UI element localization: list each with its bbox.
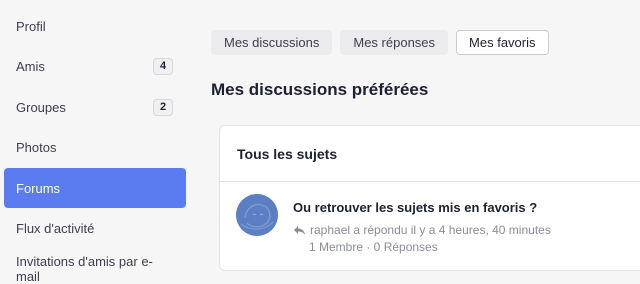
sidebar-item-profil[interactable]: Profil — [4, 6, 186, 46]
sidebar-nav: Profil Amis 4 Groupes 2 Photos Forums Fl… — [0, 0, 190, 284]
card-header: Tous les sujets — [220, 126, 640, 182]
forum-tabs: Mes discussions Mes réponses Mes favoris — [211, 30, 549, 55]
topic-last-reply: raphael a répondu il y a 4 heures, 40 mi… — [310, 223, 551, 237]
card-title: Tous les sujets — [237, 145, 338, 162]
avatar[interactable] — [236, 194, 278, 236]
avatar-face-icon — [236, 194, 278, 236]
sidebar-item-groupes[interactable]: Groupes 2 — [4, 87, 186, 127]
sidebar-item-photos[interactable]: Photos — [4, 127, 186, 167]
count-badge: 2 — [153, 98, 173, 116]
tab-mes-discussions[interactable]: Mes discussions — [211, 30, 333, 55]
topics-card: Tous les sujets Ou retrouver les sujets … — [219, 125, 640, 271]
sidebar-item-amis[interactable]: Amis 4 — [4, 46, 186, 86]
sidebar-item-label: Flux d'activité — [16, 220, 95, 236]
sidebar-item-label: Invitations d'amis par e-mail — [16, 254, 153, 284]
reply-arrow-icon — [294, 225, 305, 235]
sidebar-item-flux-activite[interactable]: Flux d'activité — [4, 208, 186, 248]
sidebar-item-forums[interactable]: Forums — [4, 168, 186, 208]
count-badge: 4 — [153, 57, 173, 75]
sidebar-item-label: Profil — [16, 18, 46, 34]
list-item: Ou retrouver les sujets mis en favoris ?… — [220, 182, 640, 270]
sidebar-item-label: Groupes — [16, 99, 66, 115]
page-title: Mes discussions préférées — [211, 80, 429, 99]
sidebar-item-invitations[interactable]: Invitations d'amis par e-mail — [4, 249, 186, 284]
sidebar-item-label: Photos — [16, 139, 57, 155]
tab-mes-reponses[interactable]: Mes réponses — [340, 30, 449, 55]
sidebar-item-label: Amis — [16, 58, 45, 74]
sidebar-item-label: Forums — [16, 180, 61, 196]
tab-mes-favoris[interactable]: Mes favoris — [456, 30, 549, 55]
topic-stats: 1 Membre · 0 Réponses — [309, 240, 438, 254]
topic-meta: raphael a répondu il y a 4 heures, 40 mi… — [293, 223, 551, 237]
topic-title-link[interactable]: Ou retrouver les sujets mis en favoris ? — [293, 200, 537, 215]
